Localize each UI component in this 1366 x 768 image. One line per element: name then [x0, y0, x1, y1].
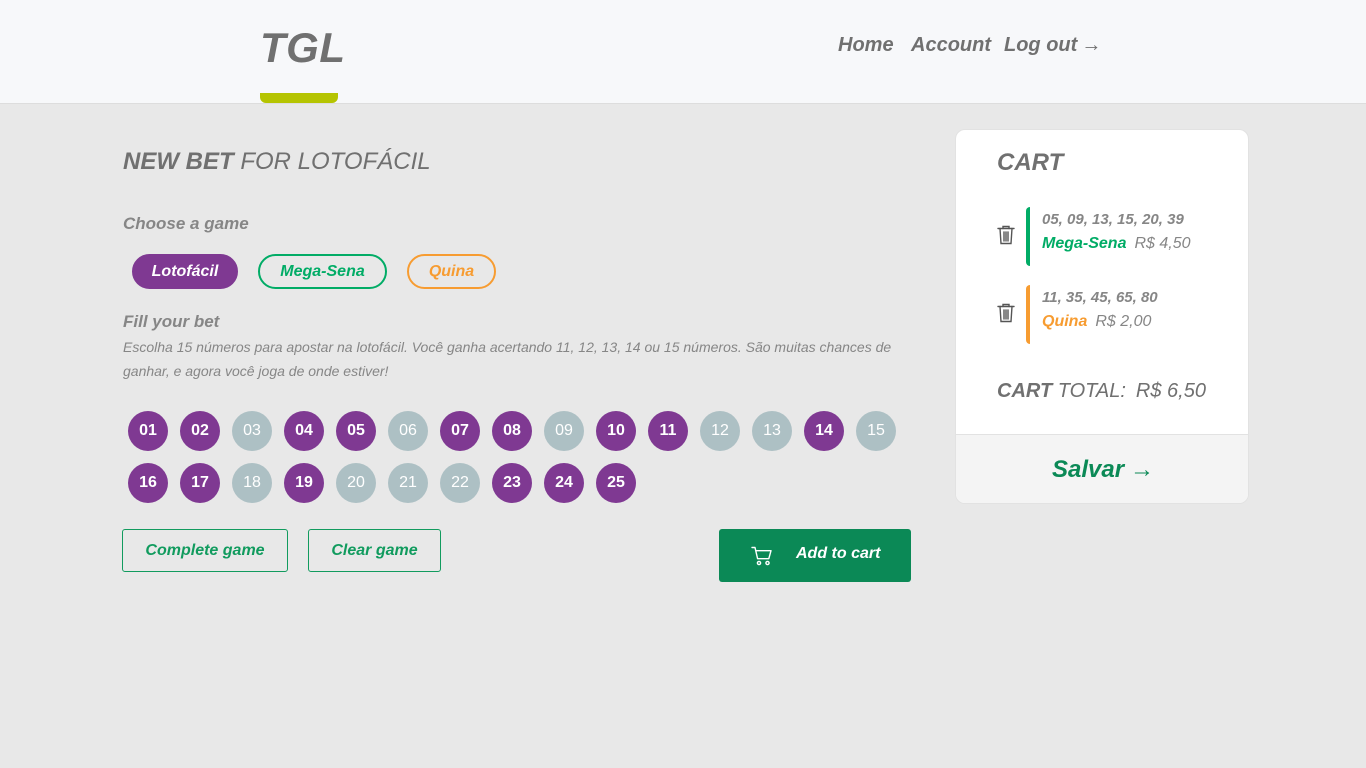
- cart-total: CART TOTAL: R$ 6,50: [997, 380, 1206, 403]
- cart-panel: CART 05, 09, 13, 15, 20, 39 Mega-Sena R$ …: [955, 129, 1249, 504]
- nav-account-link[interactable]: Account: [911, 34, 991, 57]
- number-ball-17[interactable]: 17: [180, 463, 220, 503]
- header: TGL Home Account Log out →: [0, 0, 1366, 104]
- cart-item-game: Mega-Sena: [1042, 235, 1127, 252]
- cart-item-price: R$ 4,50: [1134, 235, 1191, 252]
- choose-game-label: Choose a game: [123, 214, 249, 233]
- arrow-right-icon: →: [1081, 34, 1102, 56]
- number-ball-10[interactable]: 10: [596, 411, 636, 451]
- cart-item-numbers: 11, 35, 45, 65, 80: [1042, 289, 1158, 306]
- save-label: Salvar: [1051, 456, 1125, 483]
- page-title-bold: NEW BET: [123, 148, 234, 175]
- number-ball-25[interactable]: 25: [596, 463, 636, 503]
- number-ball-05[interactable]: 05: [336, 411, 376, 451]
- number-ball-06[interactable]: 06: [388, 411, 428, 451]
- number-ball-18[interactable]: 18: [232, 463, 272, 503]
- logo-underline: [260, 93, 338, 103]
- game-button-lotofacil[interactable]: Lotofácil: [132, 254, 238, 289]
- nav-logout-label: Log out: [1004, 34, 1078, 56]
- save-button[interactable]: Salvar →: [956, 434, 1248, 503]
- page-title: NEW BET FOR LOTOFÁCIL: [123, 148, 431, 176]
- number-ball-19[interactable]: 19: [284, 463, 324, 503]
- fill-bet-description: Escolha 15 números para apostar na lotof…: [123, 339, 892, 379]
- add-to-cart-label: Add to cart: [796, 545, 881, 562]
- cart-item-numbers: 05, 09, 13, 15, 20, 39: [1042, 211, 1184, 228]
- game-button-quina[interactable]: Quina: [407, 254, 496, 289]
- number-ball-15[interactable]: 15: [856, 411, 896, 451]
- complete-game-button[interactable]: Complete game: [122, 529, 288, 572]
- number-ball-03[interactable]: 03: [232, 411, 272, 451]
- nav-logout-link[interactable]: Log out →: [1004, 34, 1101, 57]
- add-to-cart-button[interactable]: Add to cart: [719, 529, 911, 582]
- cart-item-price: R$ 2,00: [1095, 313, 1152, 330]
- number-ball-12[interactable]: 12: [700, 411, 740, 451]
- cart-item-color-bar: [1026, 207, 1030, 266]
- logo: TGL: [260, 24, 346, 71]
- number-ball-20[interactable]: 20: [336, 463, 376, 503]
- number-ball-24[interactable]: 24: [544, 463, 584, 503]
- nav-home-link[interactable]: Home: [838, 34, 894, 57]
- game-button-mega-sena[interactable]: Mega-Sena: [258, 254, 387, 289]
- number-ball-08[interactable]: 08: [492, 411, 532, 451]
- fill-bet-title: Fill your bet: [123, 312, 220, 331]
- cart-item-color-bar: [1026, 285, 1030, 344]
- page-title-game: FOR LOTOFÁCIL: [233, 148, 431, 175]
- number-ball-16[interactable]: 16: [128, 463, 168, 503]
- trash-icon[interactable]: [996, 302, 1016, 329]
- cart-icon: [751, 546, 773, 571]
- number-ball-21[interactable]: 21: [388, 463, 428, 503]
- cart-item-game: Quina: [1042, 313, 1088, 330]
- cart-total-label: TOTAL:: [1052, 380, 1126, 402]
- arrow-right-icon: →: [1130, 456, 1155, 483]
- trash-icon[interactable]: [996, 224, 1016, 251]
- number-ball-01[interactable]: 01: [128, 411, 168, 451]
- number-ball-04[interactable]: 04: [284, 411, 324, 451]
- number-ball-23[interactable]: 23: [492, 463, 532, 503]
- clear-game-button[interactable]: Clear game: [308, 529, 441, 572]
- cart-total-value: R$ 6,50: [1135, 380, 1206, 402]
- number-ball-14[interactable]: 14: [804, 411, 844, 451]
- number-ball-09[interactable]: 09: [544, 411, 584, 451]
- number-ball-13[interactable]: 13: [752, 411, 792, 451]
- number-ball-07[interactable]: 07: [440, 411, 480, 451]
- number-ball-11[interactable]: 11: [648, 411, 688, 451]
- cart-title: CART: [997, 149, 1064, 176]
- number-ball-02[interactable]: 02: [180, 411, 220, 451]
- cart-total-bold: CART: [997, 380, 1053, 402]
- number-ball-22[interactable]: 22: [440, 463, 480, 503]
